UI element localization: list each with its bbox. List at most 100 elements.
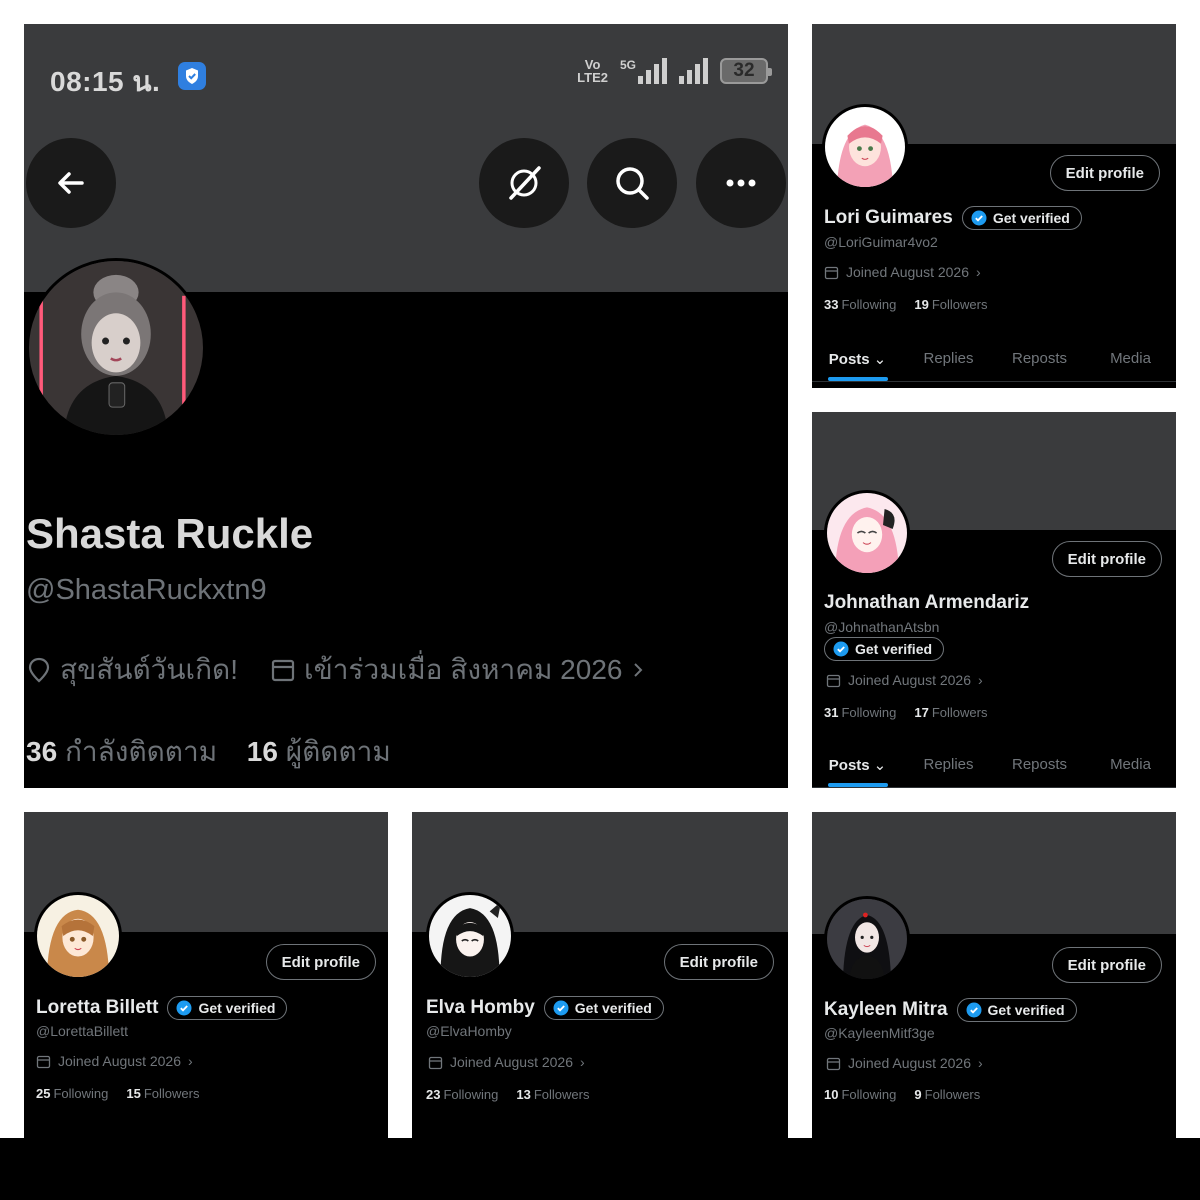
get-verified-button[interactable]: Get verified: [167, 996, 288, 1020]
avatar[interactable]: [824, 896, 910, 982]
tab-media[interactable]: Media: [1085, 748, 1176, 787]
tab-posts[interactable]: Posts ⌄: [812, 748, 903, 787]
following-link[interactable]: 33 Following: [824, 297, 896, 312]
tab-reposts[interactable]: Reposts: [994, 748, 1085, 787]
calendar-icon: [824, 266, 839, 279]
verified-badge-icon: [176, 1000, 192, 1016]
location-icon: [28, 657, 50, 683]
profile-name: Shasta Ruckle: [26, 510, 314, 557]
chevron-down-icon: ⌄: [873, 351, 887, 368]
avatar[interactable]: [26, 258, 206, 438]
calendar-icon: [826, 1057, 841, 1070]
avatar[interactable]: [34, 892, 122, 980]
edit-profile-button[interactable]: Edit profile: [265, 944, 376, 980]
profile-card: Edit profile Lori Guimares Get verified …: [812, 24, 1176, 388]
profile-card: Edit profile Johnathan Armendariz @Johna…: [812, 412, 1176, 788]
profile-tabs: Posts ⌄ Replies Reposts Media: [812, 342, 1176, 382]
edit-profile-button[interactable]: Edit profile: [1051, 947, 1162, 983]
calendar-icon: [428, 1056, 443, 1069]
tab-posts[interactable]: Posts ⌄: [812, 342, 903, 381]
main-profile-screenshot: 08:15 น. Vo LTE2 5G 32 Shasta Ruckle @Sh…: [24, 24, 788, 788]
tab-media[interactable]: Media: [1085, 342, 1176, 381]
followers-link[interactable]: 19 Followers: [914, 297, 987, 312]
followers-link[interactable]: 17 Followers: [914, 705, 987, 720]
profile-handle: @LoriGuimar4vo2: [824, 234, 938, 250]
shield-icon: [178, 62, 206, 90]
follow-stats: 31 Following 17 Followers: [824, 705, 987, 720]
chevron-right-icon[interactable]: ›: [976, 264, 981, 280]
verified-badge-icon: [966, 1002, 982, 1018]
grok-button[interactable]: [479, 138, 569, 228]
followers-link[interactable]: 15 Followers: [126, 1086, 199, 1101]
followers-link[interactable]: 16 ผู้ติดตาม: [247, 736, 391, 767]
joined-date: Joined August 2026 ›: [36, 1053, 193, 1069]
following-link[interactable]: 23 Following: [426, 1087, 498, 1102]
profile-card: Edit profile Loretta Billett Get verifie…: [24, 812, 388, 1138]
following-link[interactable]: 36 กำลังติดตาม: [26, 736, 217, 767]
profile-card: Edit profile Kayleen Mitra Get verified …: [812, 812, 1176, 1138]
more-icon: [726, 179, 756, 187]
verified-badge-icon: [833, 641, 849, 657]
volte-indicator: Vo LTE2: [577, 57, 608, 85]
search-button[interactable]: [587, 138, 677, 228]
bottom-bar: [0, 1138, 1200, 1200]
joined-date: Joined August 2026 ›: [826, 672, 983, 688]
follow-stats: 23 Following 13 Followers: [426, 1087, 589, 1102]
joined-date: Joined August 2026 ›: [826, 1055, 983, 1071]
get-verified-button[interactable]: Get verified: [824, 637, 945, 661]
profile-name: Johnathan Armendariz: [824, 592, 1030, 613]
edit-profile-button[interactable]: Edit profile: [1049, 155, 1160, 191]
chevron-right-icon[interactable]: [630, 656, 646, 684]
calendar-icon: [826, 674, 841, 687]
following-link[interactable]: 31 Following: [824, 705, 896, 720]
get-verified-button[interactable]: Get verified: [543, 996, 664, 1020]
avatar[interactable]: [822, 104, 908, 190]
chevron-right-icon[interactable]: ›: [188, 1053, 193, 1069]
get-verified-button[interactable]: Get verified: [961, 206, 1082, 230]
chevron-right-icon[interactable]: ›: [978, 672, 983, 688]
get-verified-button[interactable]: Get verified: [956, 998, 1077, 1022]
profile-handle: @ShastaRuckxtn9: [26, 574, 267, 606]
tab-reposts[interactable]: Reposts: [994, 342, 1085, 381]
tab-replies[interactable]: Replies: [903, 748, 994, 787]
chevron-down-icon: ⌄: [873, 757, 887, 774]
more-button[interactable]: [696, 138, 786, 228]
signal-icon: [638, 58, 667, 84]
profile-name: Kayleen Mitra: [824, 999, 948, 1020]
status-time: 08:15 น.: [50, 66, 161, 97]
profile-name: Loretta Billett: [36, 997, 159, 1018]
edit-profile-button[interactable]: Edit profile: [1051, 541, 1162, 577]
joined-date: Joined August 2026 ›: [824, 264, 981, 280]
follow-stats: 25 Following 15 Followers: [36, 1086, 199, 1101]
avatar[interactable]: [426, 892, 514, 980]
profile-name: Lori Guimares: [824, 207, 953, 228]
profile-handle: @LorettaBillett: [36, 1023, 129, 1039]
grok-icon: [509, 166, 541, 200]
edit-profile-button[interactable]: Edit profile: [663, 944, 774, 980]
verified-badge-icon: [553, 1000, 569, 1016]
chevron-right-icon[interactable]: ›: [580, 1054, 585, 1070]
following-link[interactable]: 25 Following: [36, 1086, 108, 1101]
calendar-icon: [271, 659, 295, 682]
chevron-right-icon[interactable]: ›: [978, 1055, 983, 1071]
tab-replies[interactable]: Replies: [903, 342, 994, 381]
follow-stats: 10 Following 9 Followers: [824, 1087, 980, 1102]
followers-link[interactable]: 13 Followers: [516, 1087, 589, 1102]
followers-link[interactable]: 9 Followers: [914, 1087, 980, 1102]
network-type: 5G: [619, 58, 636, 72]
battery-icon: 32: [720, 58, 772, 84]
back-arrow-icon: [58, 172, 84, 194]
profile-handle: @KayleenMitf3ge: [824, 1025, 935, 1041]
calendar-icon: [36, 1055, 51, 1068]
avatar[interactable]: [824, 490, 910, 576]
profile-name: Elva Homby: [426, 997, 535, 1018]
birthday-text: สุขสันต์วันเกิด!: [60, 654, 238, 685]
follow-stats: 36 กำลังติดตาม 16 ผู้ติดตาม: [26, 730, 391, 774]
follow-stats: 33 Following 19 Followers: [824, 297, 987, 312]
following-link[interactable]: 10 Following: [824, 1087, 896, 1102]
profile-card: Edit profile Elva Homby Get verified @El…: [412, 812, 788, 1138]
profile-meta: สุขสันต์วันเกิด! เข้าร่วมเมื่อ สิงหาคม 2…: [26, 648, 646, 692]
profile-handle: @ElvaHomby: [426, 1023, 512, 1039]
profile-handle: @JohnathanAtsbn: [824, 619, 940, 635]
back-button[interactable]: [26, 138, 116, 228]
